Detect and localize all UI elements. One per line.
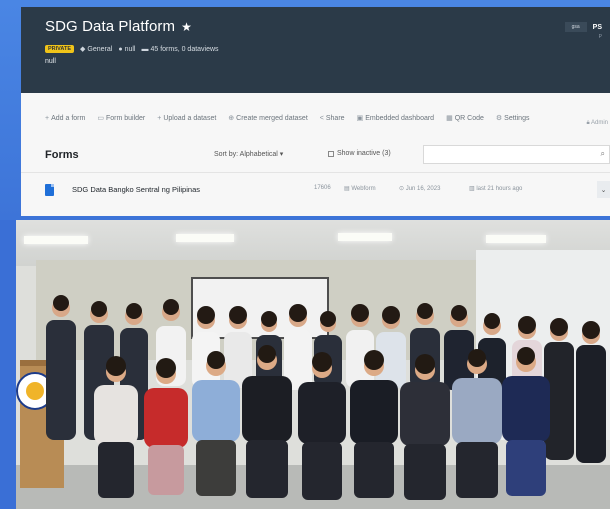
project-meta: PRIVATE ◆ General ● null ▬ 45 forms, 0 data… bbox=[45, 45, 586, 53]
project-title: SDG Data Platform bbox=[45, 18, 176, 35]
clock-icon: ⊙ bbox=[399, 186, 405, 192]
search-input[interactable]: ⌕ bbox=[423, 145, 610, 164]
show-inactive-checkbox[interactable] bbox=[328, 150, 334, 157]
upload-icon: + bbox=[157, 115, 162, 122]
qr-code-button[interactable]: ▦ QR Code bbox=[446, 101, 484, 137]
show-inactive-toggle[interactable]: Show inactive (3) bbox=[328, 150, 391, 157]
front-row bbox=[94, 345, 550, 500]
share-icon: < bbox=[319, 115, 324, 122]
admin-link[interactable]: 🔒︎ Admin bbox=[586, 120, 608, 127]
star-icon[interactable]: ★ bbox=[181, 20, 192, 34]
webform-icon: ▤ bbox=[344, 186, 350, 192]
form-icon: ▭ bbox=[97, 115, 104, 122]
form-type: ▤ Webform bbox=[344, 186, 376, 192]
forms-heading: Forms bbox=[45, 148, 79, 161]
project-toolbar: + Add a form ▭ Form builder + Upload a data… bbox=[21, 93, 610, 137]
chevron-down-icon[interactable]: ⌄ bbox=[597, 181, 610, 198]
qr-code-icon: ▦ bbox=[446, 115, 453, 122]
category-label: General bbox=[87, 45, 113, 53]
user-subtitle: P bbox=[598, 34, 602, 40]
app-window: SDG Data Platform ★ PRIVATE ◆ General ● nu… bbox=[21, 7, 610, 216]
settings-button[interactable]: ⚙ Settings bbox=[496, 101, 530, 137]
dashboard-icon: ▣ bbox=[356, 115, 364, 122]
calendar-icon: ▥ bbox=[469, 186, 475, 192]
document-icon bbox=[45, 183, 54, 196]
project-header: SDG Data Platform ★ PRIVATE ◆ General ● nu… bbox=[21, 7, 610, 93]
background-frame-left bbox=[0, 220, 16, 509]
search-icon[interactable]: ⌕ bbox=[601, 149, 605, 159]
tag-icon: ◆ bbox=[80, 46, 86, 53]
forms-count: 45 forms, 0 dataviews bbox=[150, 45, 219, 53]
merge-icon: ⊕ bbox=[228, 115, 235, 122]
location-label: null bbox=[124, 45, 136, 53]
location-icon: ● bbox=[118, 45, 123, 53]
form-id: 17606 bbox=[314, 185, 331, 191]
project-description: null bbox=[45, 58, 56, 65]
lock-icon: 🔒︎ bbox=[586, 120, 590, 126]
plus-icon: + bbox=[45, 115, 50, 122]
user-name: PS bbox=[592, 23, 602, 31]
table-row[interactable]: SDG Data Bangko Sentral ng Pilipinas 176… bbox=[21, 173, 610, 206]
share-button[interactable]: < Share bbox=[320, 101, 345, 137]
privacy-badge: PRIVATE bbox=[45, 45, 75, 53]
gear-icon: ⚙ bbox=[495, 115, 503, 122]
embedded-dashboard-button[interactable]: ▣ Embedded dashboard bbox=[357, 101, 435, 137]
folder-icon: ▬ bbox=[141, 45, 149, 53]
form-builder-button[interactable]: ▭ Form builder bbox=[97, 101, 145, 137]
upload-dataset-button[interactable]: + Upload a dataset bbox=[157, 101, 216, 137]
user-menu[interactable]: gsa PS bbox=[564, 22, 602, 32]
sort-dropdown[interactable]: Sort by: Alphabetical ▾ bbox=[214, 150, 283, 158]
form-name[interactable]: SDG Data Bangko Sentral ng Pilipinas bbox=[72, 185, 200, 194]
add-form-button[interactable]: + Add a form bbox=[45, 101, 85, 137]
avatar[interactable]: gsa bbox=[564, 22, 587, 32]
create-merged-dataset-button[interactable]: ⊕ Create merged dataset bbox=[228, 101, 307, 137]
people-group bbox=[46, 295, 606, 500]
group-photo bbox=[16, 220, 610, 509]
forms-bar: Forms Sort by: Alphabetical ▾ Show inact… bbox=[21, 137, 610, 173]
form-last-updated: ▥ last 21 hours ago bbox=[469, 186, 523, 192]
form-created-date: ⊙ Jun 16, 2023 bbox=[399, 186, 441, 192]
